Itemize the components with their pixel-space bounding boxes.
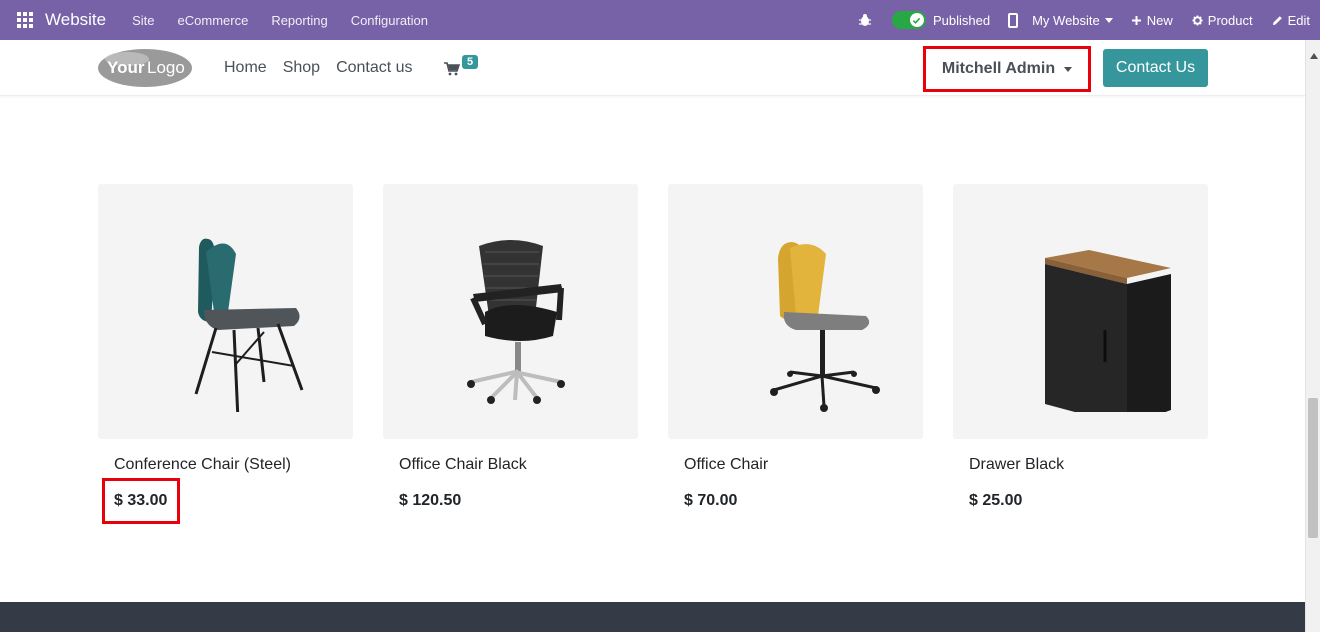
product-card[interactable]: Conference Chair (Steel) $ 33.00 bbox=[98, 184, 353, 509]
site-header: Your Logo Home Shop Contact us 5 Contact… bbox=[0, 40, 1305, 96]
product-image[interactable] bbox=[953, 184, 1208, 439]
published-label[interactable]: Published bbox=[933, 13, 990, 28]
product-button[interactable]: Product bbox=[1192, 13, 1253, 28]
plus-icon bbox=[1131, 15, 1141, 25]
product-image[interactable] bbox=[98, 184, 353, 439]
product-price: $ 25.00 bbox=[969, 492, 1023, 509]
new-button[interactable]: New bbox=[1131, 13, 1173, 28]
my-website-dropdown[interactable]: My Website bbox=[1032, 13, 1113, 28]
page-scrollbar[interactable] bbox=[1305, 40, 1320, 632]
menu-ecommerce[interactable]: eCommerce bbox=[178, 13, 249, 28]
scroll-up-icon[interactable] bbox=[1310, 53, 1318, 59]
teal-shell-chair-icon bbox=[194, 238, 303, 412]
admin-menu: Site eCommerce Reporting Configuration bbox=[132, 13, 451, 28]
site-footer bbox=[0, 602, 1305, 632]
company-logo[interactable]: Your Logo bbox=[97, 48, 193, 88]
apps-grid-icon[interactable] bbox=[17, 12, 33, 28]
yellow-swivel-chair-icon bbox=[769, 241, 880, 412]
product-price: $ 70.00 bbox=[684, 492, 738, 509]
menu-reporting[interactable]: Reporting bbox=[271, 13, 327, 28]
product-name[interactable]: Conference Chair (Steel) bbox=[114, 456, 291, 474]
my-website-label: My Website bbox=[1032, 12, 1100, 28]
cart-count-badge: 5 bbox=[462, 55, 479, 69]
published-toggle[interactable] bbox=[891, 11, 926, 29]
svg-text:Logo: Logo bbox=[147, 58, 185, 77]
new-label: New bbox=[1146, 12, 1173, 28]
black-drawer-cabinet-icon bbox=[1044, 249, 1171, 412]
pencil-icon bbox=[1272, 15, 1282, 25]
product-card[interactable]: Office Chair Black $ 120.50 bbox=[383, 184, 638, 509]
product-name[interactable]: Office Chair bbox=[684, 456, 768, 474]
gear-icon bbox=[1192, 14, 1203, 26]
main-nav: Home Shop Contact us bbox=[224, 40, 429, 96]
cart-link[interactable]: 5 bbox=[444, 54, 484, 84]
product-label: Product bbox=[1207, 12, 1253, 28]
caret-down-icon bbox=[1104, 17, 1113, 23]
contact-us-button[interactable]: Contact Us bbox=[1103, 49, 1208, 87]
product-image[interactable] bbox=[668, 184, 923, 439]
nav-contact-us[interactable]: Contact us bbox=[336, 59, 412, 77]
nav-shop[interactable]: Shop bbox=[283, 59, 320, 77]
bug-icon[interactable] bbox=[858, 13, 872, 27]
product-name[interactable]: Office Chair Black bbox=[399, 456, 527, 474]
shopping-cart-icon bbox=[444, 62, 460, 76]
app-title[interactable]: Website bbox=[45, 10, 106, 30]
mobile-preview-icon[interactable] bbox=[1008, 12, 1019, 28]
price-highlight-box bbox=[102, 478, 180, 524]
product-card[interactable]: Drawer Black $ 25.00 bbox=[953, 184, 1208, 509]
caret-down-icon bbox=[1064, 66, 1073, 72]
product-price: $ 120.50 bbox=[399, 492, 462, 509]
check-icon bbox=[909, 13, 924, 27]
black-mesh-office-chair-icon bbox=[466, 239, 565, 404]
menu-configuration[interactable]: Configuration bbox=[351, 13, 428, 28]
svg-text:Your: Your bbox=[107, 58, 145, 77]
edit-button[interactable]: Edit bbox=[1272, 13, 1310, 28]
product-card[interactable]: Office Chair $ 70.00 bbox=[668, 184, 923, 509]
user-name: Mitchell Admin bbox=[941, 60, 1056, 77]
product-image[interactable] bbox=[383, 184, 638, 439]
user-menu-dropdown[interactable]: Mitchell Admin bbox=[923, 46, 1091, 92]
edit-label: Edit bbox=[1287, 12, 1310, 28]
nav-home[interactable]: Home bbox=[224, 59, 267, 77]
admin-topbar: Website Site eCommerce Reporting Configu… bbox=[0, 0, 1320, 40]
admin-actions: Published My Website New Product Edit bbox=[858, 0, 1320, 40]
scrollbar-thumb[interactable] bbox=[1308, 398, 1318, 538]
menu-site[interactable]: Site bbox=[132, 13, 154, 28]
product-name[interactable]: Drawer Black bbox=[969, 456, 1064, 474]
